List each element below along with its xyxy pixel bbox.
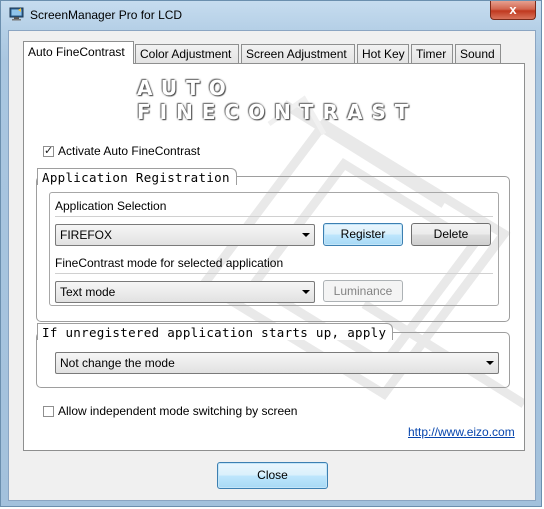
application-selection-label: Application Selection (55, 199, 167, 213)
application-select[interactable]: FIREFOX (55, 224, 315, 246)
divider (55, 273, 493, 274)
tab-color-adjustment[interactable]: Color Adjustment (135, 44, 239, 63)
activate-auto-finecontrast-checkbox[interactable]: ✓ Activate Auto FineContrast (43, 144, 200, 158)
window-close-button[interactable]: x (490, 1, 536, 20)
independent-mode-switching-checkbox[interactable]: Allow independent mode switching by scre… (43, 404, 297, 418)
eizo-website-link[interactable]: http://www.eizo.com (408, 425, 515, 439)
unregistered-mode-select[interactable]: Not change the mode (55, 352, 499, 374)
chevron-down-icon (302, 290, 310, 294)
finecontrast-mode-label: FineContrast mode for selected applicati… (55, 256, 284, 270)
checkbox-label: Allow independent mode switching by scre… (58, 404, 298, 418)
check-mark-icon: ✓ (44, 144, 54, 157)
tab-auto-finecontrast[interactable]: Auto FineContrast (23, 41, 134, 64)
tab-sound[interactable]: Sound (455, 44, 501, 63)
register-button[interactable]: Register (323, 223, 403, 246)
luminance-button[interactable]: Luminance (323, 280, 403, 302)
application-select-value: FIREFOX (60, 228, 113, 242)
chevron-down-icon (302, 233, 310, 237)
window-title: ScreenManager Pro for LCD (30, 8, 183, 22)
title-bar[interactable]: ScreenManager Pro for LCD x (1, 1, 541, 29)
unregistered-application-title: If unregistered application starts up, a… (37, 323, 394, 340)
tab-panel-auto-finecontrast: AUTO FINECONTRAST ✓ Activate Auto FineCo… (23, 63, 525, 451)
chevron-down-icon (486, 361, 494, 365)
tab-screen-adjustment[interactable]: Screen Adjustment (241, 44, 355, 63)
checkbox-box[interactable]: ✓ (43, 144, 54, 157)
tab-hot-key[interactable]: Hot Key (357, 44, 409, 63)
auto-finecontrast-banner: AUTO FINECONTRAST (137, 76, 418, 124)
finecontrast-mode-select[interactable]: Text mode (55, 281, 315, 303)
app-window: ScreenManager Pro for LCD x Auto FineCon… (0, 0, 542, 507)
checkbox-label: Activate Auto FineContrast (58, 144, 201, 158)
client-area: Auto FineContrast Color Adjustment Scree… (8, 30, 536, 501)
checkbox-box[interactable] (43, 405, 54, 417)
unregistered-mode-value: Not change the mode (60, 356, 175, 370)
delete-button[interactable]: Delete (411, 223, 491, 246)
application-registration-title: Application Registration (37, 168, 237, 185)
divider (55, 216, 493, 217)
app-icon (9, 7, 24, 21)
finecontrast-mode-value: Text mode (60, 285, 116, 299)
close-button[interactable]: Close (217, 462, 328, 489)
tab-timer[interactable]: Timer (411, 44, 453, 63)
